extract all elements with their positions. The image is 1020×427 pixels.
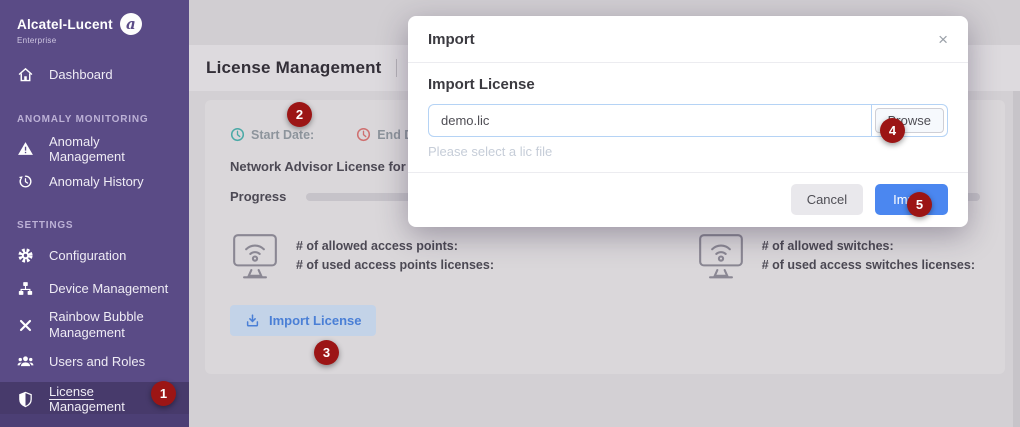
- sidebar-item-users-and-roles[interactable]: Users and Roles: [0, 345, 189, 378]
- cancel-button[interactable]: Cancel: [791, 184, 863, 215]
- import-license-button-label: Import License: [269, 313, 361, 328]
- start-date: Start Date:: [230, 127, 314, 142]
- modal-title: Import: [428, 31, 475, 48]
- import-license-heading: Import License: [428, 76, 948, 93]
- sidebar-item-label: Device Management: [49, 281, 168, 296]
- sidebar-item-label: Configuration: [49, 248, 126, 263]
- download-icon: [245, 313, 260, 328]
- modal-footer: Cancel Import: [408, 172, 968, 227]
- allowed-switches-label: # of allowed switches:: [762, 237, 975, 256]
- end-clock-icon: [356, 127, 371, 142]
- import-license-button[interactable]: Import License: [230, 305, 376, 336]
- sidebar-section-settings: SETTINGS: [0, 220, 189, 231]
- close-icon[interactable]: ×: [938, 31, 948, 48]
- switch-monitor-icon: [696, 232, 746, 280]
- brand: Alcatel-Lucent a Enterprise: [0, 0, 189, 45]
- start-date-label: Start Date:: [251, 128, 314, 142]
- sidebar-item-configuration[interactable]: Configuration: [0, 239, 189, 272]
- step-badge-4: 4: [880, 118, 905, 143]
- tools-icon: [17, 317, 34, 334]
- sidebar-item-dashboard[interactable]: Dashboard: [0, 58, 189, 91]
- file-input-group: Browse: [428, 104, 948, 137]
- brand-subtitle: Enterprise: [17, 36, 189, 45]
- users-icon: [17, 353, 34, 370]
- sidebar-item-label: Dashboard: [49, 67, 113, 82]
- used-access-points-label: # of used access points licenses:: [296, 256, 494, 275]
- step-badge-1: 1: [151, 381, 176, 406]
- modal-header: Import ×: [408, 16, 968, 62]
- warning-icon: [17, 140, 34, 157]
- used-switches-label: # of used access switches licenses:: [762, 256, 975, 275]
- allowed-access-points-label: # of allowed access points:: [296, 237, 494, 256]
- access-points-counter: # of allowed access points: # of used ac…: [230, 232, 494, 280]
- sidebar-item-anomaly-history[interactable]: Anomaly History: [0, 165, 189, 198]
- brand-name: Alcatel-Lucent: [17, 17, 113, 32]
- license-file-input[interactable]: [429, 105, 871, 136]
- sidebar-section-anomaly-monitoring: ANOMALY MONITORING: [0, 114, 189, 125]
- page-title: License Management: [206, 58, 382, 78]
- alcatel-lucent-logo-icon: a: [120, 13, 142, 35]
- gear-icon: [17, 247, 34, 264]
- sidebar-item-anomaly-management[interactable]: Anomaly Management: [0, 132, 189, 165]
- step-badge-2: 2: [287, 102, 312, 127]
- modal-body: Import License Browse Please select a li…: [408, 63, 968, 159]
- access-point-monitor-icon: [230, 232, 280, 280]
- sidebar-item-label: Anomaly History: [49, 174, 144, 189]
- step-badge-3: 3: [314, 340, 339, 365]
- file-hint-text: Please select a lic file: [428, 144, 948, 159]
- step-badge-5: 5: [907, 192, 932, 217]
- sidebar-item-label: Anomaly Management: [49, 134, 172, 164]
- history-icon: [17, 173, 34, 190]
- sidebar-item-device-management[interactable]: Device Management: [0, 272, 189, 305]
- sidebar-bottom-strip: [0, 414, 189, 427]
- sidebar-item-label: Users and Roles: [49, 354, 145, 369]
- header-divider: [396, 59, 397, 77]
- license-counters: # of allowed access points: # of used ac…: [230, 232, 980, 280]
- input-separator: [871, 105, 872, 136]
- sidebar: Alcatel-Lucent a Enterprise Dashboard AN…: [0, 0, 189, 427]
- sidebar-item-rainbow-bubble-management[interactable]: Rainbow Bubble Management: [0, 305, 189, 345]
- home-icon: [17, 66, 34, 83]
- shield-icon: [17, 391, 34, 408]
- vertical-scrollbar[interactable]: [1013, 91, 1020, 427]
- sitemap-icon: [17, 280, 34, 297]
- switches-counter: # of allowed switches: # of used access …: [696, 232, 975, 280]
- start-clock-icon: [230, 127, 245, 142]
- sidebar-item-label: Rainbow Bubble Management: [49, 309, 159, 342]
- progress-label: Progress: [230, 189, 286, 204]
